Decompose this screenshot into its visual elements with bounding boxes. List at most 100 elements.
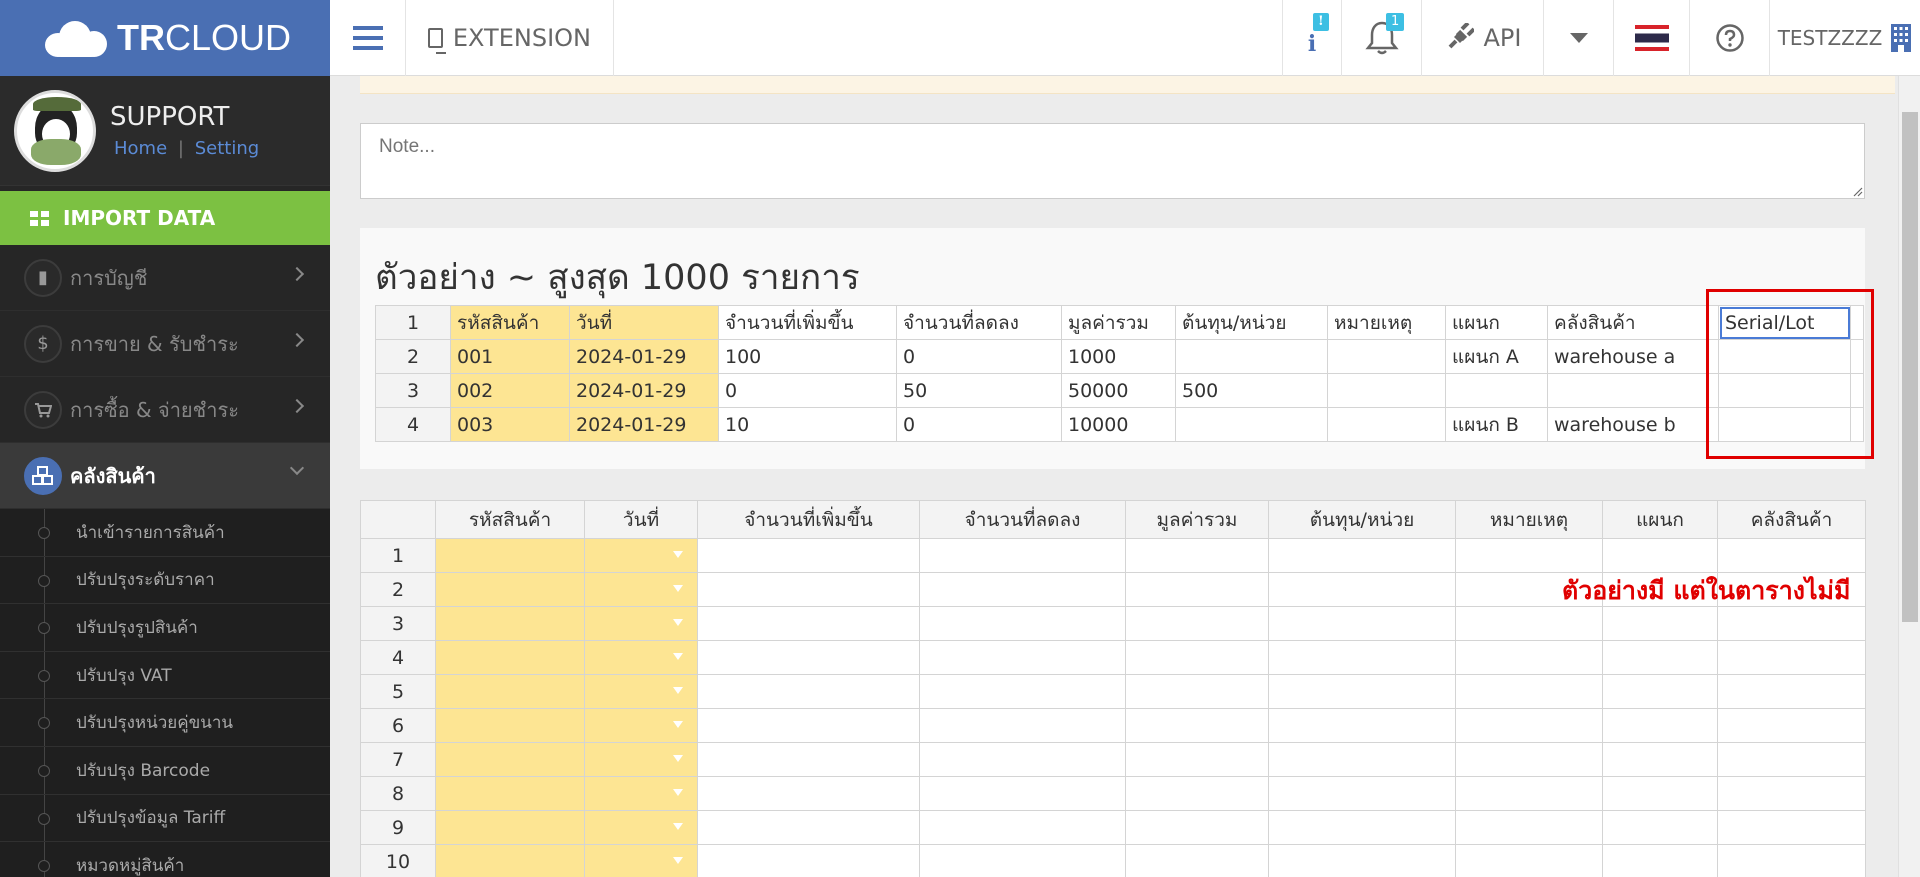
grid-cell[interactable] (1717, 742, 1866, 777)
grid-cell[interactable] (1455, 708, 1603, 743)
sample-cell[interactable]: 100 (718, 339, 897, 374)
grid-cell[interactable] (697, 572, 920, 607)
sample-cell[interactable] (1547, 373, 1719, 408)
grid-cell[interactable] (435, 538, 585, 573)
grid-cell[interactable] (584, 606, 698, 641)
grid-cell[interactable] (1602, 776, 1718, 811)
column-header[interactable]: จำนวนที่เพิ่มขึ้น (697, 500, 920, 539)
grid-cell[interactable] (1268, 742, 1456, 777)
grid-cell[interactable] (1455, 538, 1603, 573)
sample-cell[interactable]: 1000 (1061, 339, 1176, 374)
grid-cell[interactable] (1602, 606, 1718, 641)
dropdown-arrow-icon[interactable] (673, 619, 683, 626)
sample-cell[interactable]: 10 (718, 407, 897, 442)
language-button[interactable] (1614, 0, 1690, 76)
grid-cell[interactable] (435, 708, 585, 743)
grid-cell[interactable] (1268, 844, 1456, 877)
help-button[interactable] (1690, 0, 1770, 76)
grid-cell[interactable] (1268, 708, 1456, 743)
grid-cell[interactable] (697, 810, 920, 845)
dropdown-arrow-icon[interactable] (673, 721, 683, 728)
sidebar-subitem[interactable]: ปรับปรุงรูปสินค้า (0, 604, 330, 652)
sample-cell[interactable]: warehouse a (1547, 339, 1719, 374)
grid-cell[interactable] (584, 776, 698, 811)
grid-cell[interactable] (1717, 674, 1866, 709)
grid-cell[interactable] (1455, 606, 1603, 641)
dropdown-arrow-icon[interactable] (673, 653, 683, 660)
grid-cell[interactable] (1602, 844, 1718, 877)
sample-cell[interactable]: warehouse b (1547, 407, 1719, 442)
grid-cell[interactable] (919, 674, 1126, 709)
grid-cell[interactable] (1125, 776, 1269, 811)
sidebar-item-purchase[interactable]: การซื้อ & จ่ายชำระ (0, 377, 330, 443)
grid-cell[interactable] (1717, 606, 1866, 641)
dropdown-arrow-icon[interactable] (673, 857, 683, 864)
sample-cell[interactable] (1175, 407, 1328, 442)
sample-cell[interactable]: 0 (896, 339, 1062, 374)
sidebar-subitem[interactable]: ปรับปรุงหน่วยคู่ขนาน (0, 699, 330, 747)
grid-cell[interactable] (697, 640, 920, 675)
grid-cell[interactable] (697, 844, 920, 877)
column-header[interactable]: วันที่ (584, 500, 698, 539)
dropdown-arrow-icon[interactable] (673, 585, 683, 592)
sample-cell[interactable]: แผนก (1445, 305, 1548, 340)
sample-cell[interactable]: 10000 (1061, 407, 1176, 442)
grid-cell[interactable] (584, 844, 698, 877)
grid-cell[interactable] (1717, 640, 1866, 675)
column-header[interactable]: หมายเหตุ (1455, 500, 1603, 539)
resize-grip-icon[interactable] (1853, 187, 1863, 197)
grid-cell[interactable] (584, 538, 698, 573)
grid-cell[interactable] (1268, 674, 1456, 709)
sample-cell[interactable]: 2024-01-29 (569, 373, 719, 408)
grid-cell[interactable] (1455, 674, 1603, 709)
grid-cell[interactable] (697, 742, 920, 777)
dropdown-button[interactable] (1544, 0, 1614, 76)
sample-cell[interactable]: คลังสินค้า (1547, 305, 1719, 340)
user-menu-button[interactable]: TESTZZZZ (1770, 0, 1920, 76)
grid-cell[interactable] (435, 776, 585, 811)
grid-cell[interactable] (919, 742, 1126, 777)
sample-cell[interactable]: หมายเหตุ (1327, 305, 1446, 340)
sample-cell[interactable] (1327, 339, 1446, 374)
sample-cell[interactable]: 0 (896, 407, 1062, 442)
grid-cell[interactable] (1717, 776, 1866, 811)
grid-cell[interactable] (919, 844, 1126, 877)
grid-cell[interactable] (1125, 606, 1269, 641)
sidebar-item-warehouse[interactable]: คลังสินค้า (0, 443, 330, 509)
sample-cell[interactable]: แผนก A (1445, 339, 1548, 374)
dropdown-arrow-icon[interactable] (673, 687, 683, 694)
column-header[interactable]: คลังสินค้า (1717, 500, 1866, 539)
grid-cell[interactable] (1602, 674, 1718, 709)
grid-cell[interactable] (1455, 776, 1603, 811)
grid-cell[interactable] (584, 708, 698, 743)
api-button[interactable]: API (1422, 0, 1544, 76)
dropdown-arrow-icon[interactable] (673, 823, 683, 830)
grid-cell[interactable] (1602, 538, 1718, 573)
grid-cell[interactable] (919, 606, 1126, 641)
sample-cell[interactable]: แผนก B (1445, 407, 1548, 442)
grid-cell[interactable] (435, 844, 585, 877)
sample-cell[interactable] (1175, 339, 1328, 374)
grid-cell[interactable] (919, 538, 1126, 573)
grid-cell[interactable] (1125, 640, 1269, 675)
grid-cell[interactable] (1455, 640, 1603, 675)
grid-cell[interactable] (1602, 708, 1718, 743)
grid-cell[interactable] (1268, 810, 1456, 845)
hamburger-menu-button[interactable] (330, 0, 406, 76)
grid-cell[interactable] (1125, 572, 1269, 607)
grid-cell[interactable] (584, 640, 698, 675)
grid-cell[interactable] (1455, 844, 1603, 877)
sidebar-item-accounting[interactable]: ▮ การบัญชี (0, 245, 330, 311)
grid-cell[interactable] (435, 640, 585, 675)
grid-cell[interactable] (697, 776, 920, 811)
grid-cell[interactable] (697, 606, 920, 641)
grid-cell[interactable] (1717, 708, 1866, 743)
sample-cell[interactable]: จำนวนที่ลดลง (896, 305, 1062, 340)
grid-cell[interactable] (1455, 742, 1603, 777)
sample-cell[interactable]: 500 (1175, 373, 1328, 408)
grid-cell[interactable] (1125, 742, 1269, 777)
sample-cell[interactable]: 50 (896, 373, 1062, 408)
grid-cell[interactable] (1268, 572, 1456, 607)
vertical-scrollbar[interactable] (1898, 76, 1920, 877)
grid-cell[interactable] (584, 674, 698, 709)
